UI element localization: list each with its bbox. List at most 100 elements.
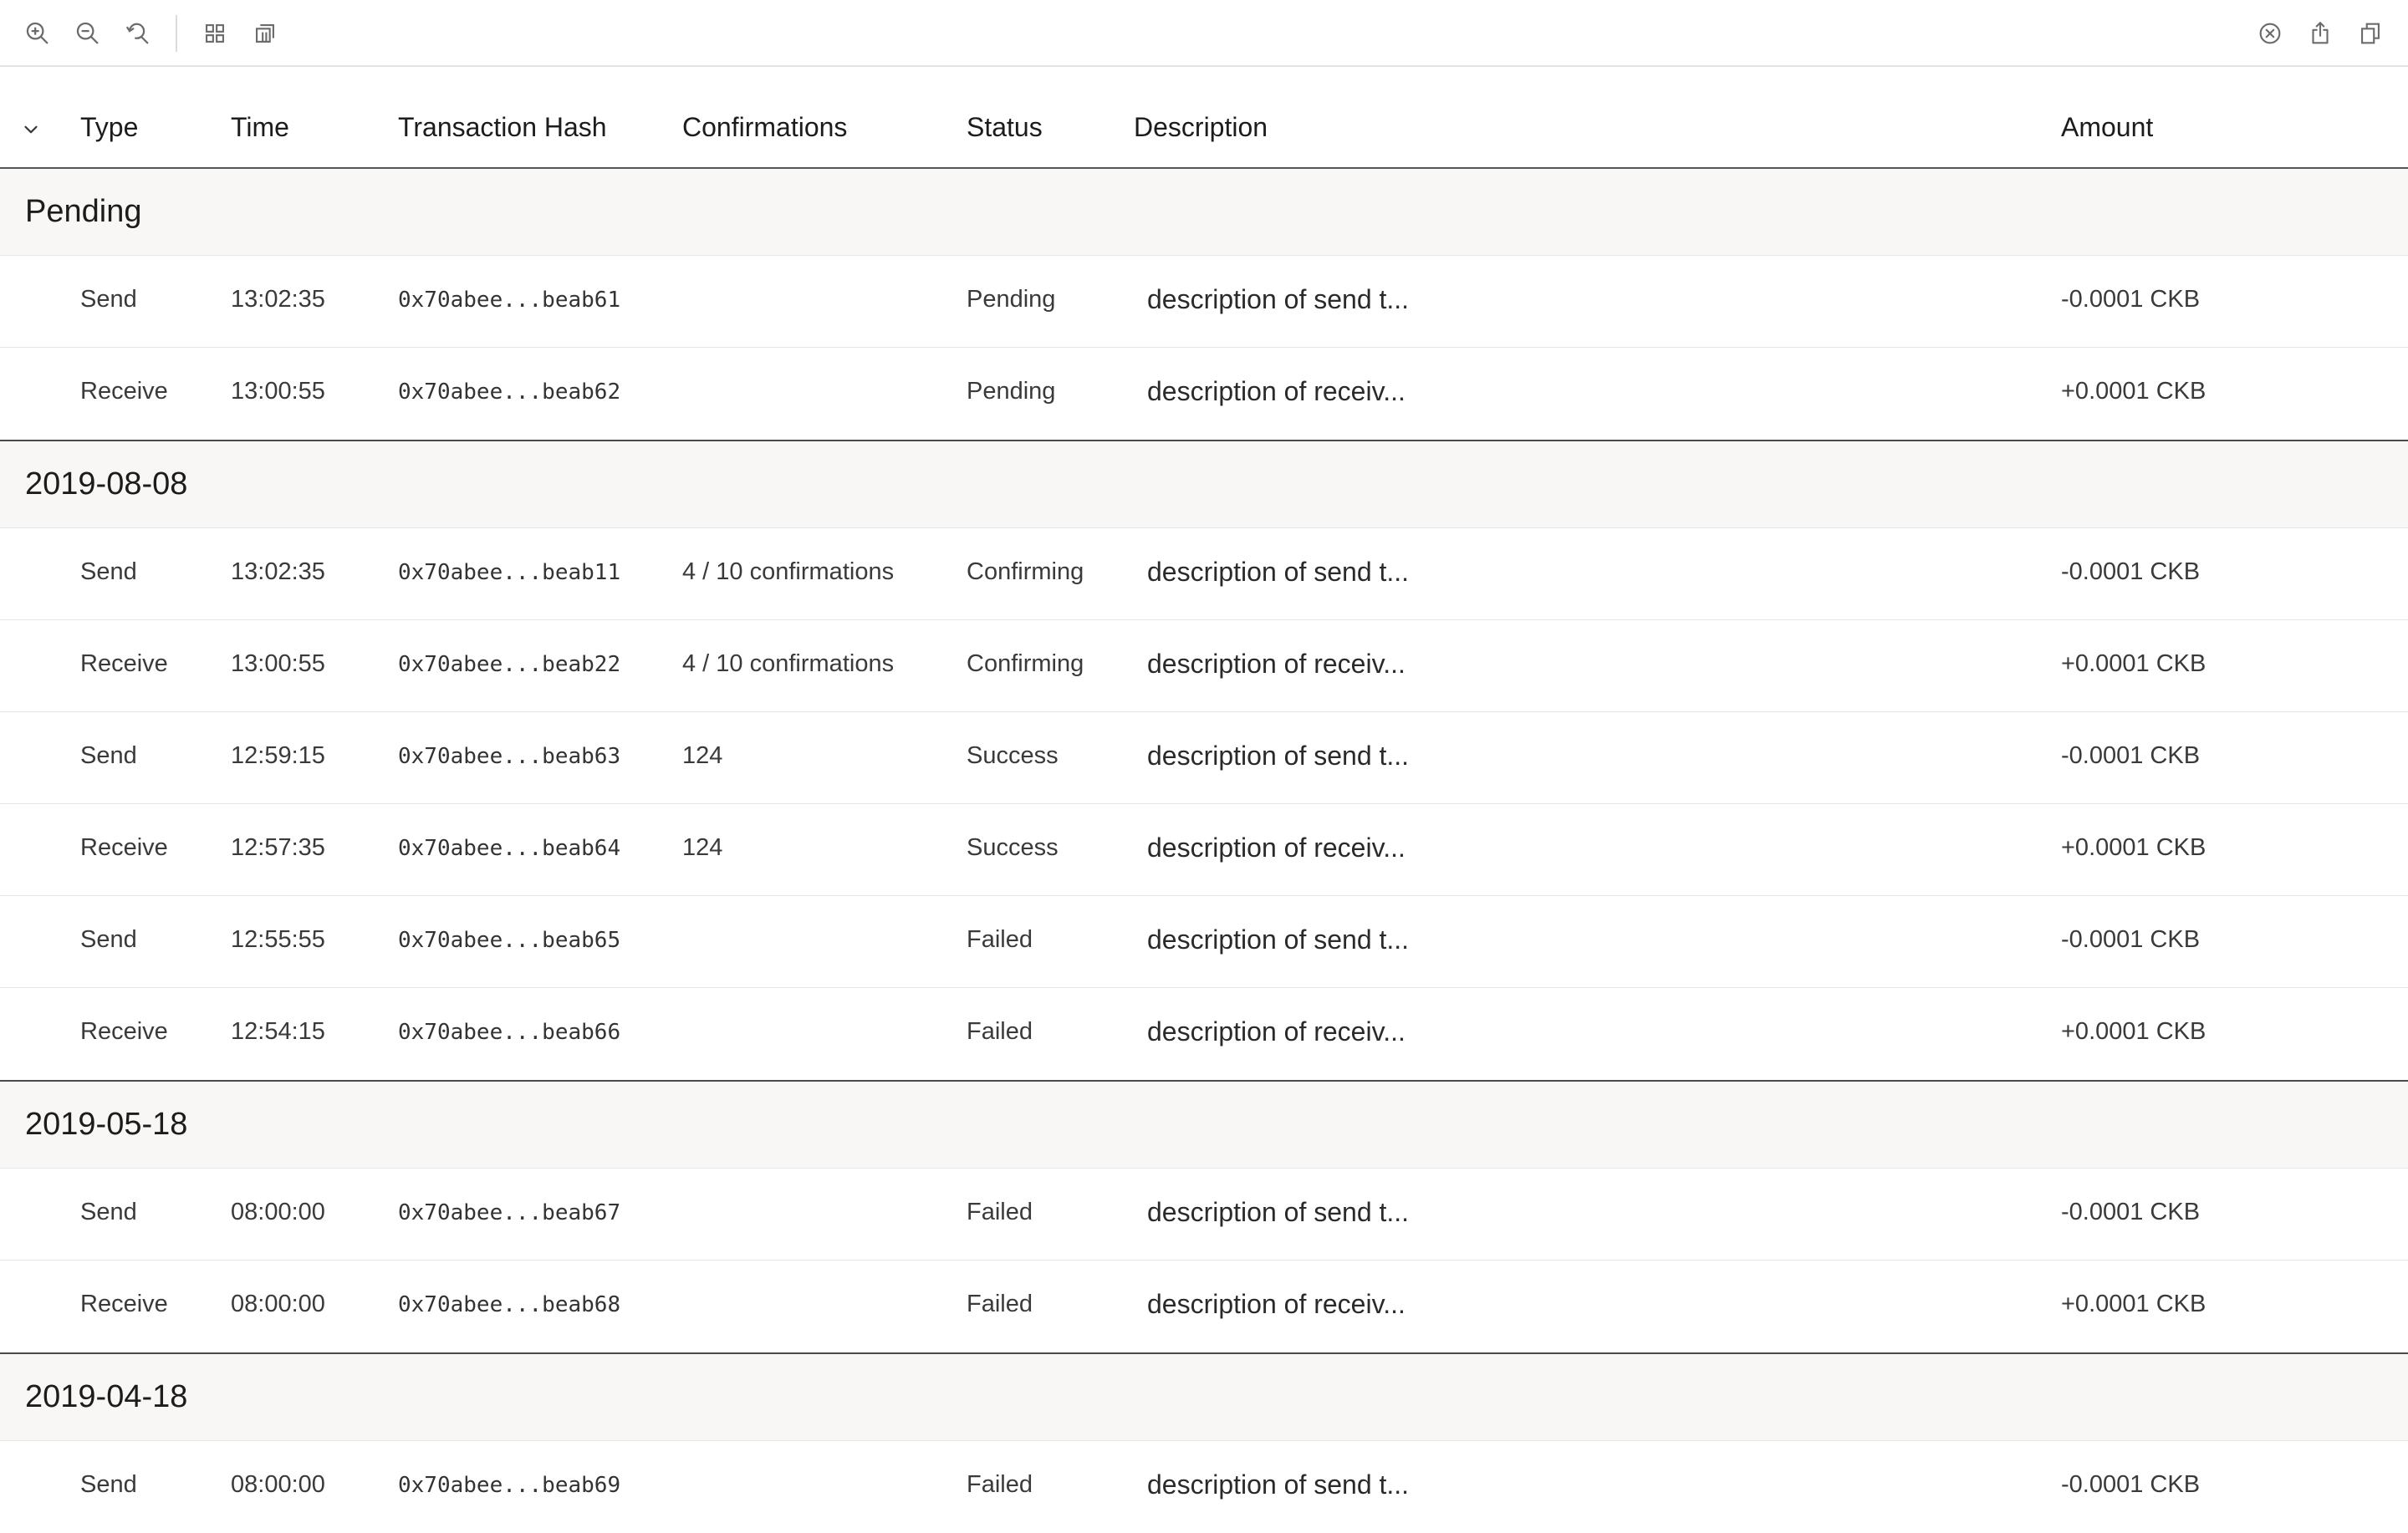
group-header[interactable]: Pending <box>0 169 2408 256</box>
cell-status: Failed <box>967 1291 1033 1317</box>
group-title: 2019-08-08 <box>25 466 188 502</box>
cell-type: Send <box>80 742 137 769</box>
table-row[interactable]: Send 08:00:00 0x70abee...beab67 Failed d… <box>0 1169 2408 1261</box>
table-row[interactable]: Receive 08:00:00 0x70abee...beab68 Faile… <box>0 1261 2408 1352</box>
column-header-time[interactable]: Time <box>231 112 289 143</box>
cell-time: 12:57:35 <box>231 834 325 861</box>
cell-description[interactable]: description of send t... <box>1147 1469 1409 1500</box>
cell-amount: +0.0001 CKB <box>2061 650 2206 677</box>
cell-amount: -0.0001 CKB <box>2061 286 2201 313</box>
cell-hash[interactable]: 0x70abee...beab69 <box>398 1473 620 1498</box>
cell-type: Send <box>80 1199 137 1225</box>
toolbar-separator <box>176 15 177 52</box>
cell-amount: +0.0001 CKB <box>2061 1018 2206 1045</box>
table-row[interactable]: Receive 12:54:15 0x70abee...beab66 Faile… <box>0 988 2408 1080</box>
cell-amount: -0.0001 CKB <box>2061 926 2201 953</box>
cell-type: Send <box>80 1471 137 1498</box>
chevron-down-icon[interactable] <box>18 117 43 142</box>
cell-time: 08:00:00 <box>231 1199 325 1225</box>
cell-hash[interactable]: 0x70abee...beab61 <box>398 288 620 313</box>
cell-amount: -0.0001 CKB <box>2061 1199 2201 1225</box>
cell-type: Receive <box>80 1018 168 1045</box>
group-title: 2019-05-18 <box>25 1107 188 1142</box>
cell-time: 12:55:55 <box>231 926 325 953</box>
column-header-row: Type Time Transaction Hash Confirmations… <box>0 67 2408 169</box>
cell-status: Failed <box>967 1471 1033 1498</box>
cell-hash[interactable]: 0x70abee...beab67 <box>398 1200 620 1225</box>
cell-time: 13:00:55 <box>231 650 325 677</box>
column-header-status[interactable]: Status <box>967 112 1043 143</box>
cell-type: Send <box>80 558 137 585</box>
cell-type: Send <box>80 286 137 313</box>
close-icon[interactable] <box>2253 17 2287 50</box>
cell-description[interactable]: description of send t... <box>1147 924 1409 955</box>
group-header[interactable]: 2019-04-18 <box>0 1354 2408 1441</box>
group-title: Pending <box>25 194 142 229</box>
cell-description[interactable]: description of receiv... <box>1147 833 1406 863</box>
cell-time: 08:00:00 <box>231 1471 325 1498</box>
cell-description[interactable]: description of send t... <box>1147 1197 1409 1228</box>
cell-description[interactable]: description of send t... <box>1147 284 1409 315</box>
zoom-in-icon[interactable] <box>21 17 54 50</box>
toolbar <box>0 0 2408 67</box>
cell-description[interactable]: description of receiv... <box>1147 649 1406 680</box>
cell-confirmations: 4 / 10 confirmations <box>682 558 895 585</box>
cell-time: 08:00:00 <box>231 1291 325 1317</box>
cell-hash[interactable]: 0x70abee...beab66 <box>398 1020 620 1045</box>
cell-amount: +0.0001 CKB <box>2061 1291 2206 1317</box>
fit-view-icon[interactable] <box>248 17 282 50</box>
cell-confirmations: 124 <box>682 834 723 861</box>
cell-hash[interactable]: 0x70abee...beab65 <box>398 928 620 953</box>
table-row[interactable]: Send 13:02:35 0x70abee...beab11 4 / 10 c… <box>0 528 2408 620</box>
table-row[interactable]: Send 08:00:00 0x70abee...beab69 Failed d… <box>0 1441 2408 1533</box>
cell-time: 13:02:35 <box>231 286 325 313</box>
cell-status: Failed <box>967 926 1033 953</box>
cell-type: Receive <box>80 834 168 861</box>
cell-type: Send <box>80 926 137 953</box>
cell-status: Success <box>967 834 1059 861</box>
group-header[interactable]: 2019-08-08 <box>0 441 2408 528</box>
group-header[interactable]: 2019-05-18 <box>0 1082 2408 1169</box>
cell-hash[interactable]: 0x70abee...beab68 <box>398 1292 620 1317</box>
column-header-type[interactable]: Type <box>80 112 138 143</box>
column-header-transaction-hash[interactable]: Transaction Hash <box>398 112 607 143</box>
column-header-description[interactable]: Description <box>1134 112 1268 143</box>
table-row[interactable]: Receive 13:00:55 0x70abee...beab22 4 / 1… <box>0 620 2408 712</box>
cell-time: 12:54:15 <box>231 1018 325 1045</box>
table-row[interactable]: Receive 13:00:55 0x70abee...beab62 Pendi… <box>0 348 2408 440</box>
cell-description[interactable]: description of send t... <box>1147 741 1409 772</box>
cell-confirmations: 4 / 10 confirmations <box>682 650 895 677</box>
zoom-out-icon[interactable] <box>71 17 105 50</box>
cell-hash[interactable]: 0x70abee...beab63 <box>398 744 620 769</box>
cell-hash[interactable]: 0x70abee...beab11 <box>398 560 620 585</box>
cell-time: 13:02:35 <box>231 558 325 585</box>
column-header-confirmations[interactable]: Confirmations <box>682 112 847 143</box>
reset-zoom-icon[interactable] <box>121 17 155 50</box>
cell-status: Failed <box>967 1199 1033 1225</box>
cell-amount: -0.0001 CKB <box>2061 1471 2201 1498</box>
table-row[interactable]: Send 12:59:15 0x70abee...beab63 124 Succ… <box>0 712 2408 804</box>
group-title: 2019-04-18 <box>25 1379 188 1414</box>
cell-description[interactable]: description of send t... <box>1147 557 1409 588</box>
cell-status: Failed <box>967 1018 1033 1045</box>
cell-hash[interactable]: 0x70abee...beab22 <box>398 652 620 677</box>
grid-view-icon[interactable] <box>198 17 232 50</box>
cell-status: Confirming <box>967 650 1084 677</box>
table-row[interactable]: Send 12:55:55 0x70abee...beab65 Failed d… <box>0 896 2408 988</box>
cell-hash[interactable]: 0x70abee...beab64 <box>398 836 620 861</box>
cell-confirmations: 124 <box>682 742 723 769</box>
cell-status: Pending <box>967 286 1056 313</box>
column-header-amount[interactable]: Amount <box>2061 112 2153 143</box>
copy-icon[interactable] <box>2354 17 2387 50</box>
cell-description[interactable]: description of receiv... <box>1147 1016 1406 1047</box>
cell-hash[interactable]: 0x70abee...beab62 <box>398 379 620 405</box>
share-icon[interactable] <box>2303 17 2337 50</box>
cell-amount: -0.0001 CKB <box>2061 742 2201 769</box>
transaction-list: Pending Send 13:02:35 0x70abee...beab61 … <box>0 169 2408 1533</box>
cell-description[interactable]: description of receiv... <box>1147 1289 1406 1320</box>
cell-description[interactable]: description of receiv... <box>1147 376 1406 407</box>
cell-status: Confirming <box>967 558 1084 585</box>
table-row[interactable]: Receive 12:57:35 0x70abee...beab64 124 S… <box>0 804 2408 896</box>
cell-amount: -0.0001 CKB <box>2061 558 2201 585</box>
table-row[interactable]: Send 13:02:35 0x70abee...beab61 Pending … <box>0 256 2408 348</box>
